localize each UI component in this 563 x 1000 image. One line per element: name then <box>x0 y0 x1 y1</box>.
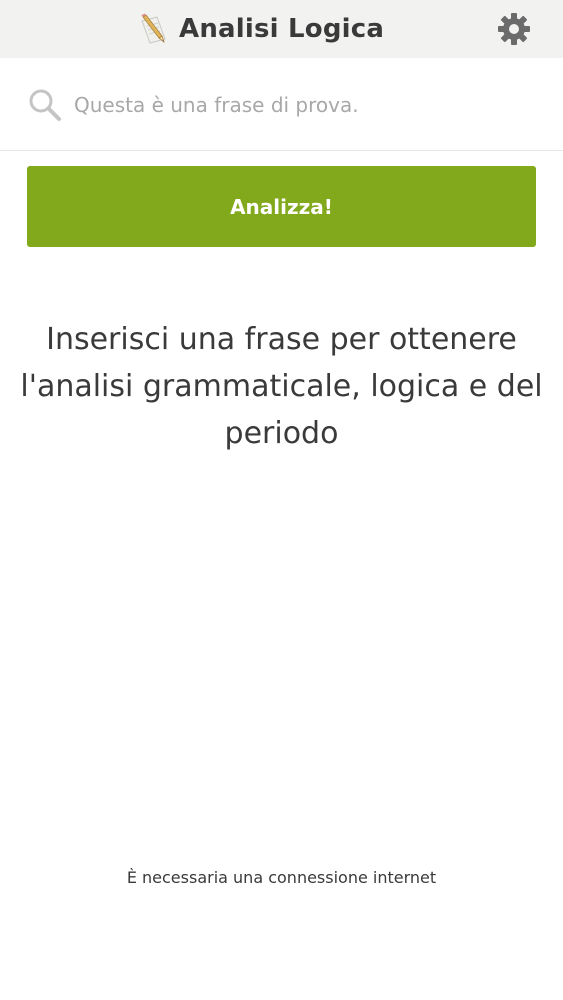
sentence-input[interactable] <box>74 86 534 124</box>
gear-icon[interactable] <box>496 11 532 47</box>
pencil-paper-icon <box>141 13 166 44</box>
app-title: Analisi Logica <box>179 14 385 44</box>
search-bar <box>0 58 563 151</box>
header-title-group: Analisi Logica <box>138 11 384 47</box>
analyze-button[interactable]: Analizza! <box>27 166 536 247</box>
instructions-text: Inserisci una frase per ottenere l'anali… <box>20 322 543 451</box>
internet-required-note: È necessaria una connessione internet <box>126 868 437 887</box>
app-header: Analisi Logica <box>0 0 563 58</box>
search-icon <box>29 89 61 121</box>
